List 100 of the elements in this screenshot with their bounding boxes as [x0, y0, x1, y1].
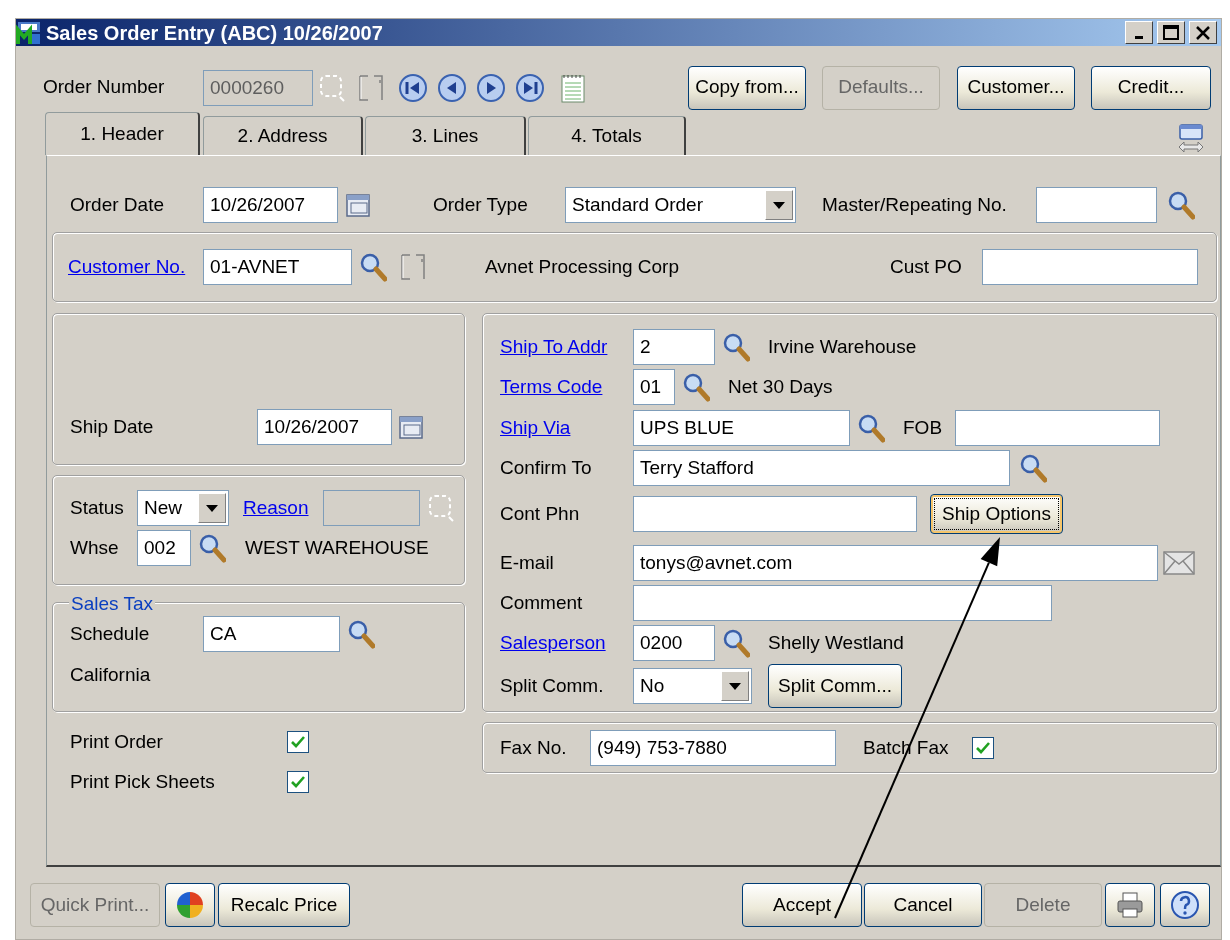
input-field[interactable]: 01-AVNET	[203, 249, 352, 285]
field-label: Schedule	[70, 621, 150, 646]
search-icon[interactable]	[722, 628, 750, 658]
input-field[interactable]: 10/26/2007	[257, 409, 392, 445]
input-field[interactable]: 0200	[633, 625, 715, 661]
action-button[interactable]: Cancel	[864, 883, 982, 927]
last-record-icon[interactable]	[515, 72, 545, 103]
input-field[interactable]: tonys@avnet.com	[633, 545, 1158, 581]
checkbox[interactable]	[287, 731, 309, 753]
field-label: Status	[70, 495, 124, 520]
dashed-square-icon	[318, 72, 346, 103]
maximize-icon	[1162, 23, 1180, 42]
ship-options-button[interactable]: Ship Options	[930, 494, 1063, 534]
field-label: Order Number	[43, 75, 165, 100]
input-field[interactable]	[633, 496, 917, 532]
tab[interactable]: 3. Lines	[365, 116, 526, 155]
field-value-text: Shelly Westland	[768, 630, 904, 655]
dropdown-arrow-icon	[772, 200, 786, 210]
search-icon[interactable]	[1167, 190, 1195, 220]
toolbar-button[interactable]: Credit...	[1091, 65, 1211, 110]
field-link[interactable]: Terms Code	[500, 372, 603, 402]
help-button[interactable]	[1160, 883, 1210, 927]
dropdown[interactable]: No	[633, 668, 752, 704]
check-icon	[290, 775, 306, 789]
input-field[interactable]: 10/26/2007	[203, 187, 338, 223]
input-field[interactable]: (949) 753-7880	[590, 730, 836, 766]
field-label: Confirm To	[500, 455, 592, 480]
field-label: Split Comm.	[500, 673, 604, 698]
field-link[interactable]: Ship To Addr	[500, 332, 608, 362]
field-value-text: Irvine Warehouse	[768, 334, 917, 359]
field-label: Ship Date	[70, 414, 154, 439]
help-icon	[1170, 890, 1200, 920]
search-icon[interactable]	[359, 252, 387, 282]
input-field[interactable]: UPS BLUE	[633, 410, 850, 446]
tab[interactable]: 2. Address	[203, 116, 363, 155]
input-field[interactable]	[633, 585, 1052, 621]
search-icon[interactable]	[347, 619, 375, 649]
field-link[interactable]: Salesperson	[500, 628, 606, 658]
input-field[interactable]: Terry Stafford	[633, 450, 1010, 486]
color-wheel-button[interactable]	[165, 883, 215, 927]
input-field[interactable]: 2	[633, 329, 715, 365]
mail-icon[interactable]	[1163, 551, 1195, 575]
action-button[interactable]: Accept	[742, 883, 862, 927]
field-label: FOB	[903, 415, 943, 440]
layout-icon[interactable]	[1177, 123, 1205, 155]
minimize-icon	[1135, 36, 1143, 39]
input-field[interactable]: 01	[633, 369, 675, 405]
action-button[interactable]: Recalc Price	[218, 883, 350, 927]
print-button[interactable]	[1105, 883, 1155, 927]
field-label: Comment	[500, 590, 583, 615]
close-icon	[1194, 23, 1212, 42]
input-field[interactable]: 002	[137, 530, 191, 566]
next-record-icon[interactable]	[476, 72, 506, 103]
field-label: Fax No.	[500, 735, 567, 760]
color-wheel-icon	[175, 890, 205, 920]
field-link[interactable]: Customer No.	[68, 252, 186, 282]
input-field[interactable]	[1036, 187, 1157, 223]
input-field[interactable]: CA	[203, 616, 340, 652]
field-label: Print Pick Sheets	[70, 769, 215, 794]
dropdown-arrow-icon	[205, 503, 219, 513]
dashed-square-icon	[427, 493, 455, 523]
field-label: Print Order	[70, 729, 163, 754]
input-field[interactable]	[955, 410, 1160, 446]
bracket-icon	[398, 252, 428, 282]
field-value-text: California	[70, 662, 151, 687]
first-record-icon[interactable]	[398, 72, 428, 103]
search-icon[interactable]	[1019, 453, 1047, 483]
check-icon	[975, 741, 991, 755]
dropdown[interactable]: Standard Order	[565, 187, 796, 223]
search-icon[interactable]	[682, 372, 710, 402]
field-label: Master/Repeating No.	[822, 192, 1007, 217]
app-icon	[16, 19, 42, 46]
toolbar-button[interactable]: Customer...	[957, 65, 1075, 110]
maximize-button[interactable]	[1157, 21, 1185, 44]
field-link[interactable]: Ship Via	[500, 413, 571, 443]
checkbox[interactable]	[287, 771, 309, 793]
previous-record-icon[interactable]	[437, 72, 467, 103]
field-value-text: Net 30 Days	[728, 374, 833, 399]
toolbar-button[interactable]: Copy from...	[688, 65, 806, 110]
dropdown-arrow-icon	[728, 681, 742, 691]
check-icon	[290, 735, 306, 749]
close-button[interactable]	[1189, 21, 1217, 44]
field-label: E-mail	[500, 550, 554, 575]
dropdown[interactable]: New	[137, 490, 229, 526]
checkbox[interactable]	[972, 737, 994, 759]
search-icon[interactable]	[722, 332, 750, 362]
search-icon[interactable]	[857, 413, 885, 443]
split-comm-button[interactable]: Split Comm...	[768, 664, 902, 708]
field-value-text: Avnet Processing Corp	[485, 254, 679, 279]
input-field[interactable]	[982, 249, 1198, 285]
calendar-icon[interactable]	[345, 191, 373, 219]
calendar-icon[interactable]	[398, 413, 426, 441]
search-icon[interactable]	[198, 533, 226, 563]
window-title: Sales Order Entry (ABC) 10/26/2007	[46, 20, 383, 46]
field-label: Whse	[70, 535, 119, 560]
minimize-button[interactable]	[1125, 21, 1153, 44]
tab[interactable]: 4. Totals	[528, 116, 686, 155]
tab[interactable]: 1. Header	[45, 112, 200, 155]
field-value-text: WEST WAREHOUSE	[245, 535, 429, 560]
field-label: Order Type	[433, 192, 528, 217]
